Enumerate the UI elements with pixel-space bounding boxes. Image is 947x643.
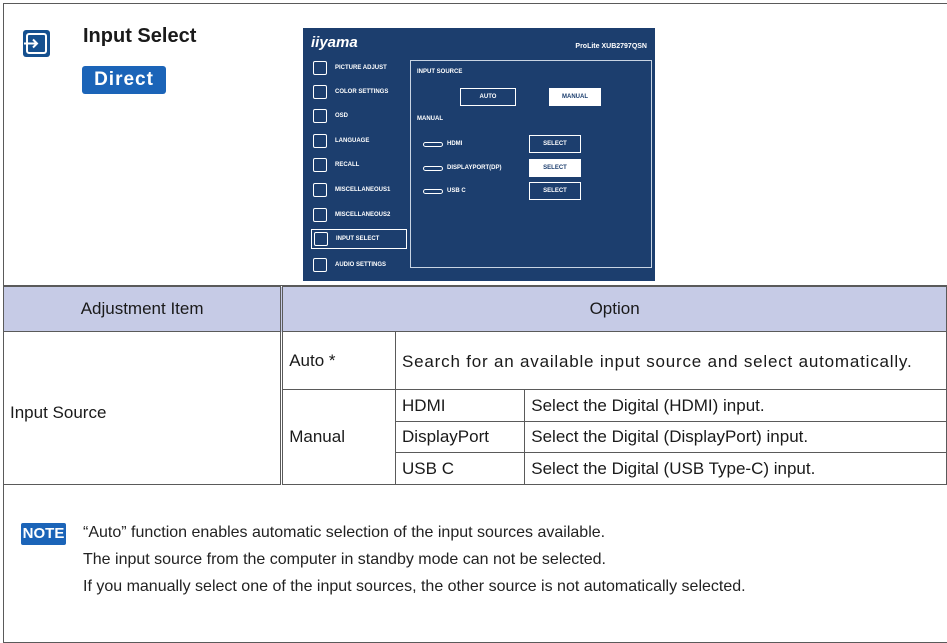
- osd-input-panel: INPUT SOURCE AUTO MANUAL MANUAL HDMI SEL…: [410, 60, 652, 268]
- osd-port-dp: DISPLAYPORT(DP): [447, 165, 502, 171]
- table-header-row: Adjustment Item Option: [2, 286, 947, 332]
- option-auto-desc: Search for an available input source and…: [395, 331, 947, 390]
- sliders-icon: [313, 183, 327, 197]
- direct-badge: Direct: [82, 66, 166, 94]
- port-usbc-desc: Select the Digital (USB Type-C) input.: [524, 452, 947, 485]
- osd-menu-item-audio-settings[interactable]: AUDIO SETTINGS: [313, 255, 386, 275]
- item-input-source: Input Source: [2, 331, 283, 485]
- osd-manual-button[interactable]: MANUAL: [549, 88, 601, 106]
- adjustment-table: Adjustment Item Option Input Source Auto…: [2, 286, 947, 485]
- osd-model-name: ProLite XUB2797QSN: [575, 43, 647, 50]
- header-section: Input Select Direct iiyama ProLite XUB27…: [3, 3, 947, 286]
- note-line: “Auto” function enables automatic select…: [83, 524, 606, 541]
- port-hdmi-desc: Select the Digital (HDMI) input.: [524, 389, 947, 422]
- osd-menu-item-language[interactable]: LANGUAGE: [313, 131, 369, 151]
- osd-menu-item-picture-adjust[interactable]: PICTURE ADJUST: [313, 58, 387, 78]
- option-auto: Auto *: [280, 331, 397, 390]
- note-text: “Auto” function enables automatic select…: [83, 519, 947, 600]
- port-displayport: DisplayPort: [395, 421, 526, 453]
- note-section: NOTE “Auto” function enables automatic s…: [3, 500, 947, 640]
- note-line: If you manually select one of the input …: [83, 578, 746, 595]
- port-displayport-desc: Select the Digital (DisplayPort) input.: [524, 421, 947, 453]
- osd-select-usbc-button[interactable]: SELECT: [529, 182, 581, 200]
- osd-menu-item-input-select[interactable]: INPUT SELECT: [311, 229, 407, 249]
- palette-icon: [313, 85, 327, 99]
- header-adjustment-item: Adjustment Item: [2, 286, 283, 332]
- input-icon: [314, 232, 328, 246]
- port-usbc: USB C: [395, 452, 526, 485]
- sun-icon: [313, 61, 327, 75]
- osd-menu-item-osd[interactable]: OSD: [313, 106, 348, 126]
- option-manual: Manual: [280, 389, 397, 485]
- osd-icon: [313, 109, 327, 123]
- displayport-icon: [423, 166, 443, 171]
- osd-brand-logo: iiyama: [311, 34, 358, 51]
- osd-menu-screenshot: iiyama ProLite XUB2797QSN PICTURE ADJUST…: [303, 28, 655, 281]
- osd-input-source-label: INPUT SOURCE: [417, 69, 463, 75]
- osd-menu-item-misc2[interactable]: MISCELLANEOUS2: [313, 205, 390, 225]
- osd-port-hdmi: HDMI: [447, 141, 463, 147]
- recall-icon: [313, 158, 327, 172]
- section-title: Input Select: [83, 25, 197, 47]
- hdmi-port-icon: [423, 142, 443, 147]
- osd-menu-item-color-settings[interactable]: COLOR SETTINGS: [313, 82, 388, 102]
- osd-select-hdmi-button[interactable]: SELECT: [529, 135, 581, 153]
- osd-manual-label: MANUAL: [417, 116, 443, 122]
- osd-port-usbc: USB C: [447, 188, 466, 194]
- note-line: The input source from the computer in st…: [83, 551, 606, 568]
- osd-auto-button[interactable]: AUTO: [460, 88, 516, 106]
- sliders-icon: [313, 208, 327, 222]
- header-option: Option: [280, 286, 947, 332]
- osd-menu-item-recall[interactable]: RECALL: [313, 155, 359, 175]
- osd-select-dp-button[interactable]: SELECT: [529, 159, 581, 177]
- input-select-icon: [23, 30, 50, 57]
- globe-icon: [313, 134, 327, 148]
- port-hdmi: HDMI: [395, 389, 526, 422]
- note-badge: NOTE: [21, 523, 66, 545]
- speaker-icon: [313, 258, 327, 272]
- osd-menu-item-misc1[interactable]: MISCELLANEOUS1: [313, 180, 390, 200]
- table-row-auto: Input Source Auto * Search for an availa…: [2, 331, 947, 485]
- usb-c-port-icon: [423, 189, 443, 194]
